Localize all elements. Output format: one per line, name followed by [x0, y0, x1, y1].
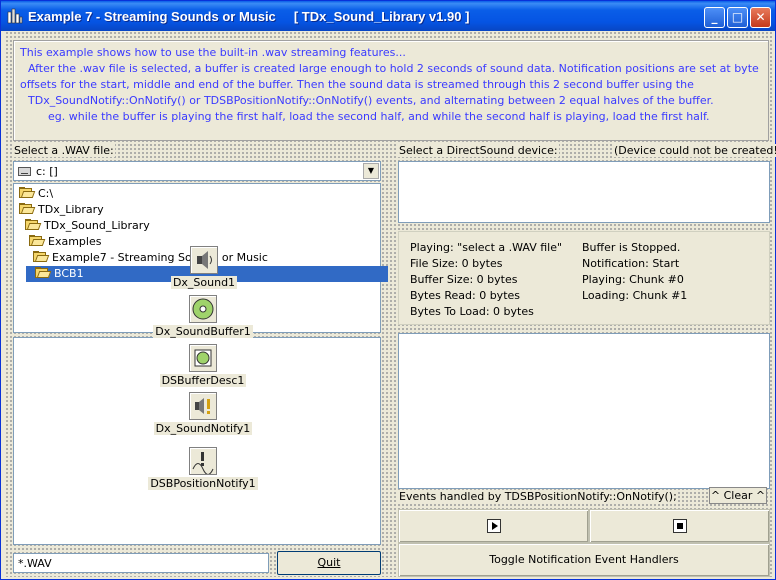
component-dsbufferdesc[interactable]: DSBufferDesc1 — [148, 344, 258, 387]
disc-icon — [189, 295, 217, 323]
status-panel: Playing: "select a .WAV file" File Size:… — [398, 231, 770, 325]
stop-button[interactable] — [589, 509, 770, 543]
drive-value: c: [] — [36, 165, 58, 178]
component-dsbpositionnotify[interactable]: DSBPositionNotify1 — [148, 447, 258, 490]
status-file-size: File Size: 0 bytes — [410, 257, 503, 270]
buffer-desc-icon — [189, 344, 217, 372]
status-bytes-read: Bytes Read: 0 bytes — [410, 289, 521, 302]
speaker-icon — [190, 246, 218, 274]
close-button[interactable]: ✕ — [750, 7, 771, 28]
select-wav-label: Select a .WAV file: — [13, 144, 115, 157]
play-button[interactable] — [398, 509, 589, 543]
status-bytes-to-load: Bytes To Load: 0 bytes — [410, 305, 534, 318]
notify-speaker-icon — [189, 392, 217, 420]
tree-item-tdx-library[interactable]: TDx_Library — [18, 202, 104, 218]
tree-item-tdx-sound-library[interactable]: TDx_Sound_Library — [24, 218, 150, 234]
status-notification: Notification: Start — [582, 257, 680, 270]
status-buffer-state: Buffer is Stopped. — [582, 241, 681, 254]
form-client: This example shows how to use the built-… — [5, 31, 776, 577]
status-playing-chunk: Playing: Chunk #0 — [582, 273, 684, 286]
status-loading-chunk: Loading: Chunk #1 — [582, 289, 688, 302]
maximize-button[interactable]: □ — [727, 7, 748, 28]
position-notify-icon — [189, 447, 217, 475]
info-line: eg. while the buffer is playing the firs… — [48, 110, 710, 123]
component-dx-soundnotify[interactable]: Dx_SoundNotify1 — [148, 392, 258, 435]
status-buffer-size: Buffer Size: 0 bytes — [410, 273, 518, 286]
folder-open-icon — [18, 187, 36, 199]
drive-icon — [18, 167, 31, 176]
play-icon — [486, 519, 501, 533]
folder-open-icon — [28, 235, 46, 247]
device-error-label: (Device could not be created!) — [613, 144, 776, 157]
chevron-down-icon[interactable]: ▼ — [363, 163, 379, 179]
info-line: After the .wav file is selected, a buffe… — [28, 62, 759, 75]
folder-open-icon — [34, 267, 52, 279]
info-line: This example shows how to use the built-… — [20, 46, 406, 59]
title-bar[interactable]: Example 7 - Streaming Sounds or Music [ … — [1, 1, 775, 31]
folder-open-icon — [24, 219, 42, 231]
info-line: TDx_SoundNotify::OnNotify() or TDSBPosit… — [28, 94, 714, 107]
folder-open-icon — [18, 203, 36, 215]
minimize-button[interactable]: _ — [704, 7, 725, 28]
tree-item-examples[interactable]: Examples — [28, 234, 101, 250]
clear-button[interactable]: ^ Clear ^ — [709, 487, 767, 504]
app-icon — [7, 8, 23, 24]
app-window: Example 7 - Streaming Sounds or Music [ … — [0, 0, 776, 580]
file-mask-input[interactable]: *.WAV — [13, 553, 269, 573]
window-title: Example 7 - Streaming Sounds or Music [ … — [28, 9, 470, 24]
info-panel: This example shows how to use the built-… — [13, 40, 769, 141]
status-playing: Playing: "select a .WAV file" — [410, 241, 563, 254]
events-memo[interactable] — [398, 333, 770, 489]
device-list[interactable] — [398, 161, 770, 223]
component-dx-sound[interactable]: Dx_Sound1 — [149, 246, 259, 289]
drive-combo[interactable]: c: [] ▼ — [13, 161, 381, 181]
toggle-handlers-button[interactable]: Toggle Notification Event Handlers — [398, 543, 770, 577]
events-label: Events handled by TDSBPositionNotify::On… — [398, 490, 678, 503]
folder-open-icon — [32, 251, 50, 263]
device-label: Select a DirectSound device: — [398, 144, 559, 157]
info-line: offsets for the start, middle and end of… — [20, 78, 694, 91]
component-dx-soundbuffer[interactable]: Dx_SoundBuffer1 — [148, 295, 258, 338]
tree-item-root[interactable]: C:\ — [18, 186, 53, 202]
quit-button[interactable]: Quit — [277, 551, 381, 575]
stop-icon — [672, 519, 687, 533]
